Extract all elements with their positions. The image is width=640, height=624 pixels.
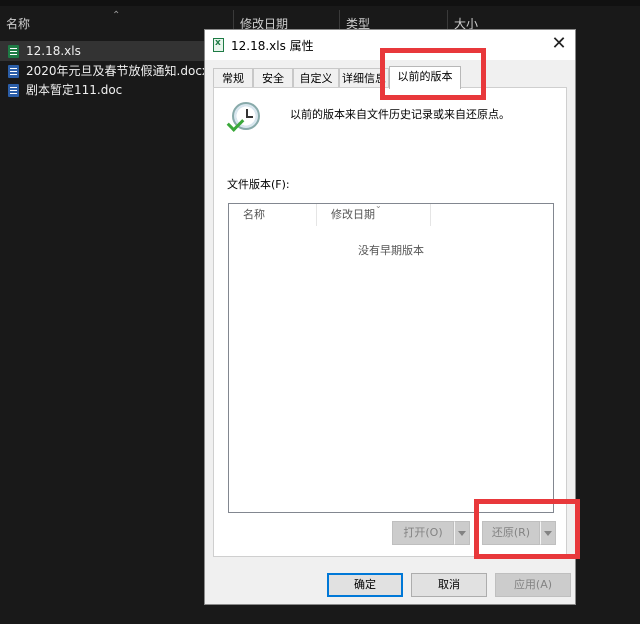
chevron-down-icon <box>458 530 466 536</box>
open-button[interactable]: 打开(O) <box>392 521 454 545</box>
cancel-button[interactable]: 取消 <box>411 573 487 597</box>
close-button[interactable]: ✕ <box>543 30 575 60</box>
dialog-title: 12.18.xls 属性 <box>231 39 314 53</box>
sort-down-icon: ⌄ <box>375 201 382 210</box>
tab-custom[interactable]: 自定义 <box>293 68 339 88</box>
list-column-name[interactable]: 名称 <box>229 204 317 226</box>
file-row[interactable]: 2020年元旦及春节放假通知.docx <box>0 61 210 81</box>
explorer-top-strip <box>0 0 640 6</box>
file-name: 12.18.xls <box>26 44 81 58</box>
highlight-box-restore <box>474 499 580 559</box>
previous-versions-panel: 以前的版本来自文件历史记录或来自还原点。 文件版本(F): 名称 修改日期 ⌄ … <box>213 87 567 557</box>
tab-security[interactable]: 安全 <box>253 68 293 88</box>
file-name: 剧本暂定111.doc <box>26 83 123 97</box>
tab-previous-versions[interactable]: 以前的版本 <box>389 66 461 89</box>
file-row[interactable]: 剧本暂定111.doc <box>0 80 210 100</box>
tab-general[interactable]: 常规 <box>213 68 253 88</box>
empty-list-message: 没有早期版本 <box>358 244 424 257</box>
ok-button[interactable]: 确定 <box>327 573 403 597</box>
open-dropdown-button[interactable] <box>454 521 470 545</box>
word-file-icon <box>8 84 19 97</box>
list-column-modified[interactable]: 修改日期 <box>317 204 431 226</box>
apply-button[interactable]: 应用(A) <box>495 573 571 597</box>
file-row[interactable]: 12.18.xls <box>0 41 210 61</box>
file-versions-label: 文件版本(F): <box>227 178 290 191</box>
excel-file-icon <box>8 45 19 58</box>
previous-versions-description: 以前的版本来自文件历史记录或来自还原点。 <box>290 108 510 121</box>
column-name[interactable]: 名称 <box>0 10 234 38</box>
file-versions-list[interactable]: 名称 修改日期 ⌄ 没有早期版本 <box>228 201 554 513</box>
file-name: 2020年元旦及春节放假通知.docx <box>26 64 210 78</box>
word-file-icon <box>8 65 19 78</box>
excel-file-icon <box>213 38 224 52</box>
